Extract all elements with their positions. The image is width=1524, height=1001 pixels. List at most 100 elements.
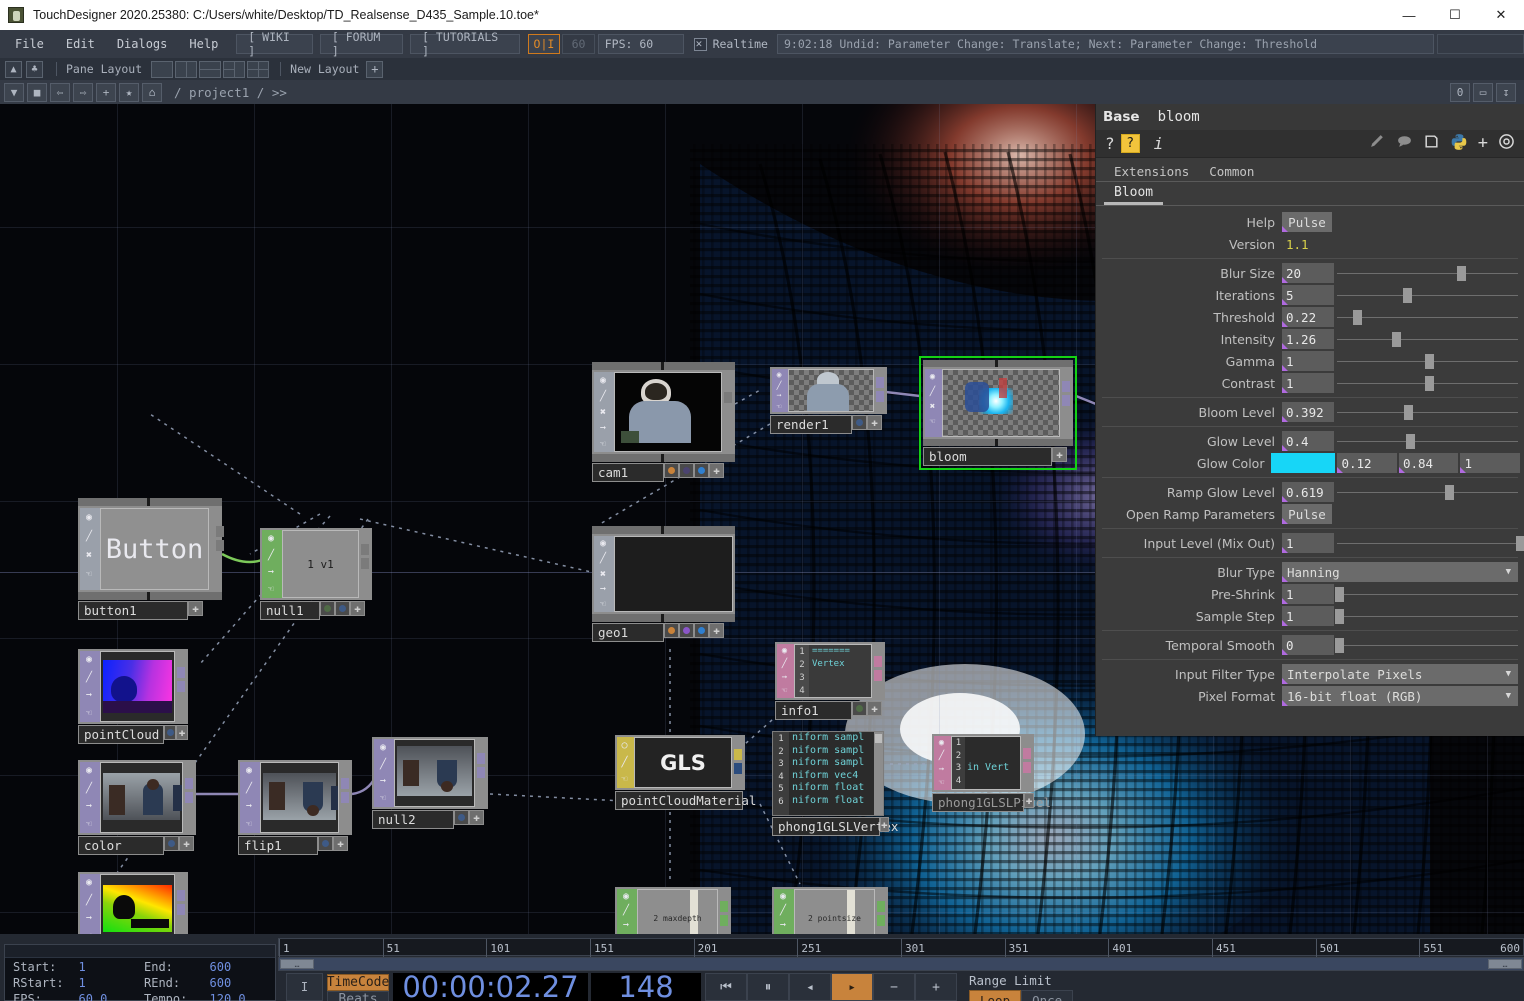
viewer-flag-icon[interactable]: ◉ — [240, 762, 258, 780]
end-value[interactable]: 600 — [210, 960, 276, 974]
node-name[interactable]: geo1 — [592, 623, 664, 642]
info-icon[interactable]: i — [1154, 134, 1164, 153]
clone-flag-icon[interactable]: ☜ — [374, 790, 392, 807]
anim-flag-icon[interactable]: ╱ — [617, 754, 632, 771]
rend-value[interactable]: 600 — [210, 976, 276, 990]
slider-knob[interactable] — [1353, 310, 1363, 325]
clone-flag-icon[interactable]: ☜ — [594, 597, 612, 612]
fps-value[interactable]: 60.0 — [79, 992, 145, 1001]
top-thumbnail[interactable] — [100, 874, 175, 934]
parameter-slider[interactable] — [1337, 285, 1520, 305]
anim-flag-icon[interactable]: ╱ — [262, 547, 280, 564]
timecode-display[interactable]: 00:00:02.27 — [393, 970, 588, 1001]
layout-tri-icon[interactable] — [223, 60, 246, 78]
parameter-slider[interactable] — [1337, 307, 1520, 327]
anim-flag-icon[interactable]: ╱ — [594, 388, 612, 404]
anim-flag-icon[interactable]: ╱ — [594, 551, 612, 566]
viewer-flag-icon[interactable]: ◉ — [374, 739, 392, 756]
go-to-start-button[interactable]: ⏮ — [705, 973, 747, 1001]
node-flags[interactable]: ◉ ╱ ➞ ☜ — [80, 874, 100, 934]
once-button[interactable]: Once — [1021, 990, 1074, 1001]
anim-flag-icon[interactable]: ╱ — [240, 780, 258, 798]
clone-flag-icon[interactable]: ☜ — [262, 581, 280, 598]
target-icon[interactable] — [1498, 133, 1515, 154]
viewer-flag-icon[interactable]: ◉ — [772, 369, 786, 380]
tab-common[interactable]: Common — [1199, 162, 1264, 181]
output-port-2[interactable] — [185, 792, 193, 803]
output-port-2[interactable] — [177, 904, 185, 915]
node-dot-blue[interactable] — [164, 725, 176, 740]
timeline-ruler[interactable]: 1 51 101 151 201 251 301 351 401 451 501 551 600 — [278, 938, 1524, 957]
output-port[interactable] — [876, 377, 884, 388]
parameter-value-field[interactable]: 1.26 — [1282, 329, 1334, 349]
node-dot-blue[interactable] — [318, 836, 333, 851]
palette-icon[interactable]: ♣ — [26, 60, 43, 78]
output-port-2[interactable] — [216, 540, 224, 551]
node-geo1[interactable]: ◉ ╱ ✖ ➞ ☜ geo1 ✚ — [592, 526, 735, 642]
node-maxDepth[interactable]: ◉ ╱ ➞ ☜ 2 maxdepth maxDepth ✚ — [615, 887, 731, 934]
bookmark-button[interactable]: ★ — [119, 82, 139, 102]
node-pointCloud[interactable]: ◉ ╱ ➞ ☜ pointCloud ✚ — [78, 649, 188, 744]
parameter-value-field[interactable]: 0.619 — [1282, 482, 1334, 502]
node-flags[interactable]: ◉ ╱ ➞ ☜ — [617, 889, 637, 934]
node-flags[interactable]: ◉ ╱ ➞ ☜ — [777, 644, 794, 698]
node-expand-icon[interactable]: ✚ — [176, 725, 188, 740]
button-viewer[interactable]: Button — [100, 508, 209, 590]
node-dot-orange[interactable] — [664, 463, 679, 478]
stop-button[interactable]: ■ — [27, 82, 47, 102]
pane-collapse-button[interactable]: ↧ — [1496, 82, 1516, 102]
top-thumbnail[interactable] — [100, 651, 175, 722]
output-port-2[interactable] — [877, 915, 885, 926]
chop-viewer[interactable]: 2 pointsize — [794, 889, 875, 934]
start-value[interactable]: 1 — [79, 960, 145, 974]
node-flags[interactable]: ◉ ╱ ➞ ☜ — [774, 889, 794, 934]
node-dot-purple[interactable] — [679, 623, 694, 638]
anim-flag-icon[interactable]: ╱ — [80, 780, 98, 798]
node-color[interactable]: ◉ ╱ ➞ ☜ color ✚ — [78, 760, 196, 855]
node-expand-icon[interactable]: ✚ — [350, 601, 365, 616]
slider-knob[interactable] — [1404, 405, 1414, 420]
node-name[interactable]: info1 — [775, 701, 852, 720]
output-port[interactable] — [1023, 748, 1031, 759]
frame-display[interactable]: 148 — [591, 970, 701, 1001]
mat-viewer[interactable]: GLS — [634, 737, 732, 788]
node-dot-blue[interactable] — [694, 623, 709, 638]
anim-flag-icon[interactable]: ╱ — [925, 384, 940, 399]
node-flip1[interactable]: ◉ ╱ ➞ ☜ flip1 ✚ — [238, 760, 352, 855]
viewer-flag-icon[interactable]: ◉ — [80, 508, 98, 527]
node-dot-orange[interactable] — [664, 623, 679, 638]
viewer-flag-icon[interactable]: ○ — [617, 737, 632, 754]
pane-zero-button[interactable]: 0 — [1450, 82, 1470, 102]
anim-flag-icon[interactable]: ╱ — [374, 756, 392, 773]
node-name[interactable]: color — [78, 836, 164, 855]
slider-knob[interactable] — [1457, 266, 1467, 281]
node-dot-blue[interactable] — [852, 415, 867, 430]
node-name[interactable]: flip1 — [238, 836, 318, 855]
output-port-2[interactable] — [341, 792, 349, 803]
timeline-scrollbar[interactable]: … … — [278, 957, 1524, 971]
output-port[interactable] — [361, 544, 369, 555]
node-expand-icon[interactable]: ✚ — [1052, 447, 1067, 462]
viewer-flag-icon[interactable]: ◉ — [80, 762, 98, 780]
output-port-2[interactable] — [1023, 762, 1031, 773]
beats-button[interactable]: Beats — [327, 991, 389, 1001]
output-port-2[interactable] — [720, 915, 728, 926]
chop-viewer[interactable]: 1 v1 — [282, 530, 359, 598]
clone-flag-icon[interactable]: ☜ — [934, 777, 949, 791]
node-flags[interactable]: ◉ ╱ ✖ ➞ ☜ — [594, 372, 614, 452]
output-port[interactable] — [874, 656, 882, 667]
clone-flag-icon[interactable]: ☜ — [772, 401, 786, 412]
forum-button[interactable]: [ FORUM ] — [319, 30, 404, 58]
parameter-value-field[interactable]: 0.392 — [1282, 402, 1334, 422]
output-port-2[interactable] — [876, 391, 884, 402]
output-port-2[interactable] — [477, 767, 485, 778]
tutorials-button[interactable]: [ TUTORIALS ] — [410, 30, 520, 58]
output-port-2[interactable] — [734, 763, 742, 774]
output-port[interactable] — [734, 749, 742, 760]
top-thumbnail[interactable] — [942, 369, 1060, 437]
render-flag-icon[interactable]: ➞ — [374, 773, 392, 790]
menu-file[interactable]: File — [4, 33, 55, 55]
bypass-flag-icon[interactable]: ✖ — [594, 404, 612, 420]
parameter-slider[interactable] — [1337, 533, 1524, 553]
node-expand-icon[interactable]: ✚ — [880, 817, 889, 832]
